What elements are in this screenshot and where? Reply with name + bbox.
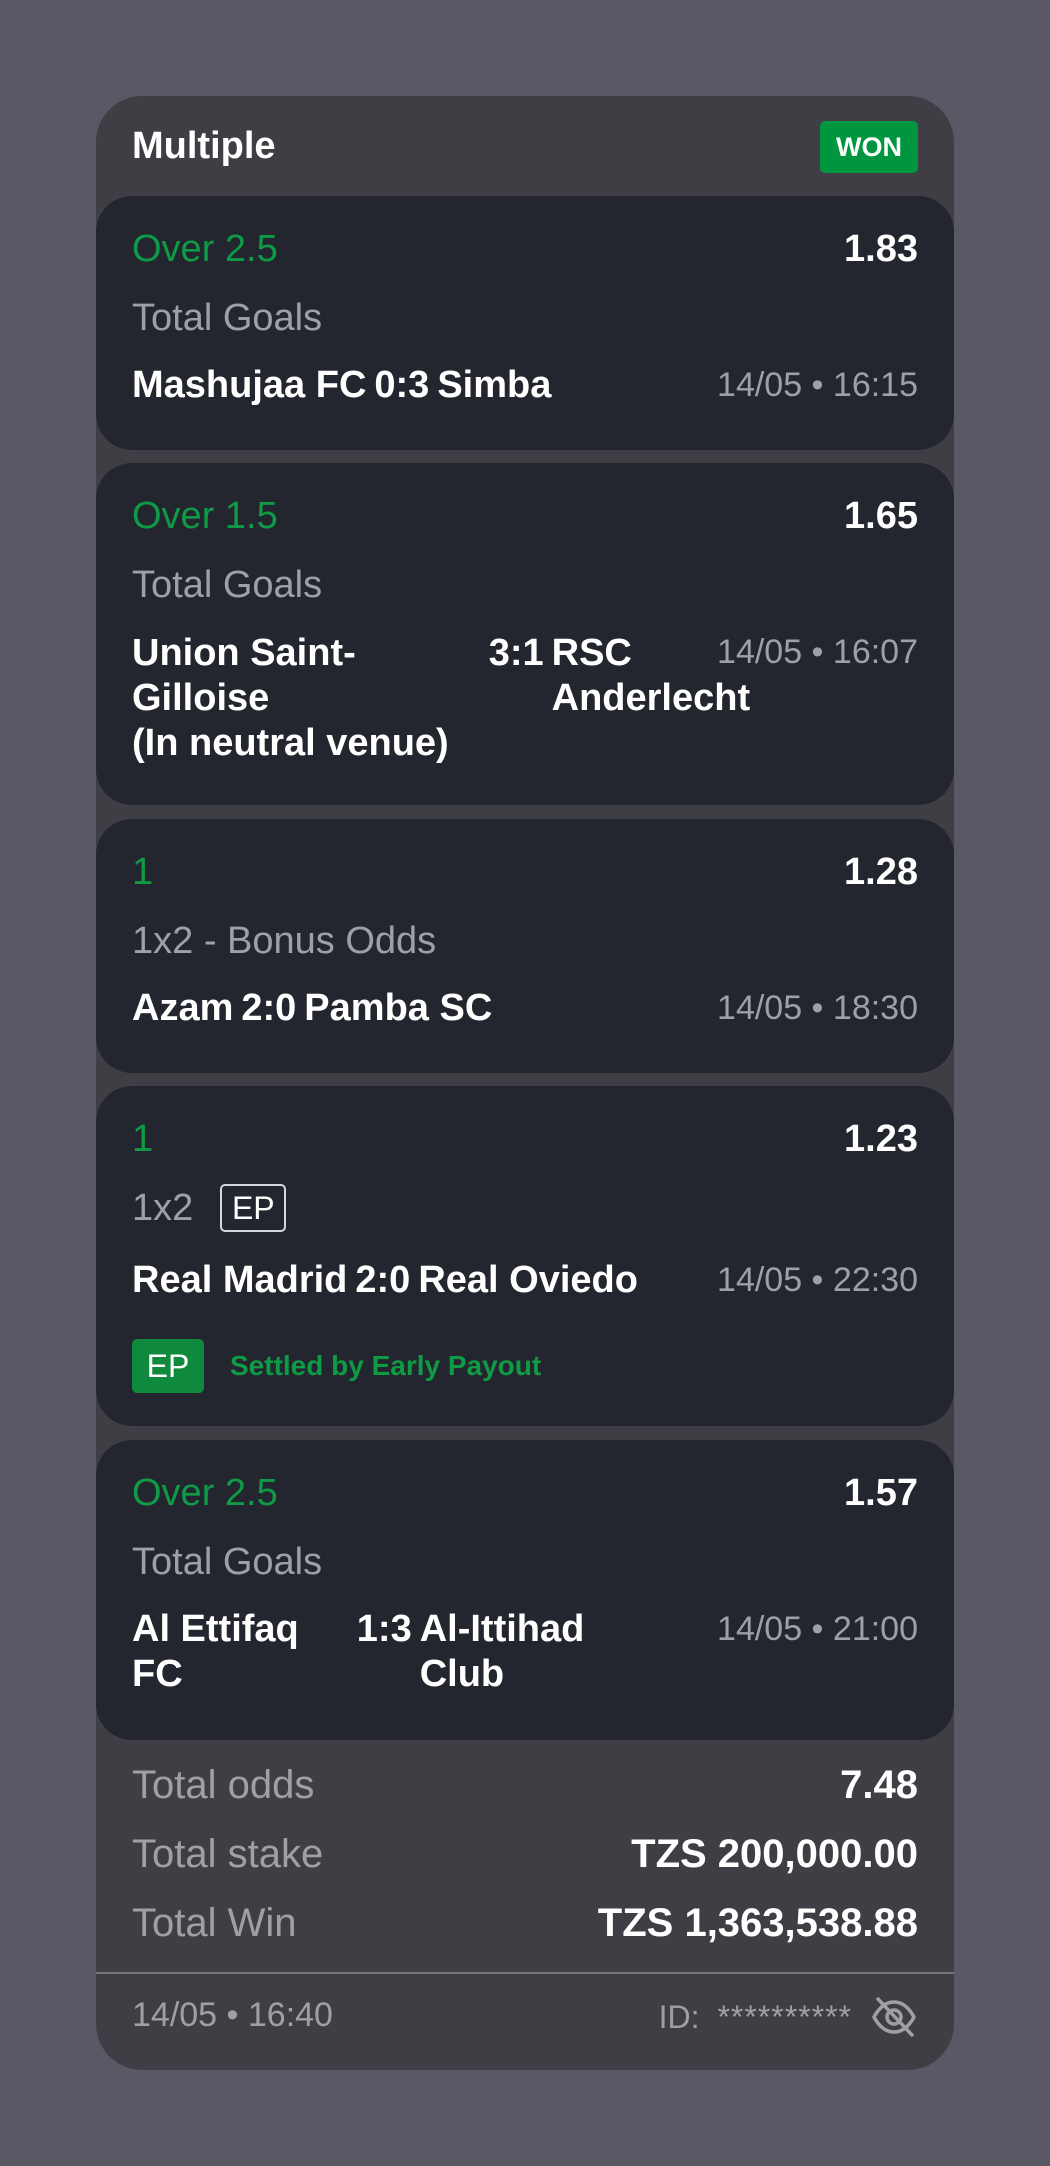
leg-market: 1x2 - Bonus Odds — [132, 920, 437, 962]
leg-market: Total Goals — [132, 297, 323, 339]
home-team: Union Saint- Gilloise (In neutral venue) — [132, 632, 449, 764]
match-score: 1:3 — [356, 1608, 412, 1650]
total-stake-value: TZS 200,000.00 — [631, 1832, 918, 1876]
leg-pick: 1 — [132, 1118, 154, 1160]
away-team: Real Oviedo — [418, 1259, 638, 1301]
total-win-value: TZS 1,363,538.88 — [597, 1901, 918, 1945]
bet-leg[interactable]: Over 2.5 1.57 Total Goals Al Ettifaq FC … — [96, 1440, 954, 1740]
footer-divider — [96, 1972, 954, 1974]
leg-match: Mashujaa FC 0:3 Simba — [132, 363, 551, 408]
leg-market: 1x2 — [132, 1187, 194, 1229]
leg-market: Total Goals — [132, 564, 323, 606]
leg-market-row: 1x2 EP — [132, 1180, 287, 1236]
total-odds-value: 7.48 — [840, 1763, 918, 1807]
leg-match: Azam 2:0 Pamba SC — [132, 986, 492, 1031]
home-team: Azam — [132, 987, 234, 1029]
match-score: 3:1 — [488, 632, 544, 674]
away-team: Al-Ittihad Club — [419, 1608, 585, 1695]
bet-leg[interactable]: Over 1.5 1.65 Total Goals Union Saint- G… — [96, 463, 954, 805]
leg-pick: Over 2.5 — [132, 1472, 278, 1514]
id-label: ID: — [658, 1998, 700, 2035]
early-payout-row: EP Settled by Early Payout — [132, 1339, 541, 1393]
eye-off-icon[interactable] — [870, 1993, 918, 2041]
home-team: Al Ettifaq FC — [132, 1608, 299, 1695]
total-odds-label: Total odds — [132, 1763, 315, 1807]
total-win-row: Total Win TZS 1,363,538.88 — [132, 1900, 918, 1946]
leg-kickoff: 14/05 • 21:00 — [717, 1610, 918, 1648]
leg-kickoff: 14/05 • 16:15 — [717, 366, 918, 404]
status-badge: WON — [820, 121, 918, 173]
slip-header: Multiple WON — [96, 96, 954, 196]
slip-placed-date: 14/05 • 16:40 — [132, 1996, 333, 2034]
leg-match: Union Saint- Gilloise (In neutral venue)… — [132, 631, 750, 766]
total-stake-row: Total stake TZS 200,000.00 — [132, 1831, 918, 1877]
slip-id: ID: ********** — [659, 1992, 918, 2042]
match-score: 2:0 — [241, 987, 297, 1029]
leg-odd: 1.28 — [844, 851, 918, 893]
leg-kickoff: 14/05 • 18:30 — [717, 989, 918, 1027]
match-score: 0:3 — [374, 364, 430, 406]
leg-kickoff: 14/05 • 16:07 — [717, 633, 918, 671]
id-value: ********** — [717, 1998, 852, 2035]
leg-pick: 1 — [132, 851, 154, 893]
home-team: Real Madrid — [132, 1259, 348, 1301]
leg-match: Al Ettifaq FC 1:3 Al-Ittihad Club — [132, 1607, 584, 1697]
leg-match: Real Madrid 2:0 Real Oviedo — [132, 1258, 638, 1303]
bet-leg[interactable]: 1 1.23 1x2 EP Real Madrid 2:0 Real Ovied… — [96, 1086, 954, 1426]
match-score: 2:0 — [355, 1259, 411, 1301]
total-stake-label: Total stake — [132, 1832, 324, 1876]
early-payout-note: Settled by Early Payout — [230, 1350, 542, 1381]
leg-market: Total Goals — [132, 1541, 323, 1583]
bet-leg[interactable]: Over 2.5 1.83 Total Goals Mashujaa FC 0:… — [96, 196, 954, 450]
away-team: Simba — [437, 364, 552, 406]
total-win-label: Total Win — [132, 1901, 297, 1945]
away-team: Pamba SC — [304, 987, 493, 1029]
total-odds-row: Total odds 7.48 — [132, 1762, 918, 1808]
leg-pick: Over 2.5 — [132, 228, 278, 270]
leg-kickoff: 14/05 • 22:30 — [717, 1261, 918, 1299]
leg-pick: Over 1.5 — [132, 495, 278, 537]
home-team: Mashujaa FC — [132, 364, 367, 406]
leg-odd: 1.65 — [844, 495, 918, 537]
leg-odd: 1.23 — [844, 1118, 918, 1160]
early-payout-badge: EP — [220, 1184, 287, 1232]
bet-slip-card: Multiple WON Over 2.5 1.83 Total Goals M… — [96, 96, 954, 2070]
early-payout-tag: EP — [132, 1339, 204, 1393]
leg-odd: 1.57 — [844, 1472, 918, 1514]
bet-leg[interactable]: 1 1.28 1x2 - Bonus Odds Azam 2:0 Pamba S… — [96, 819, 954, 1073]
leg-odd: 1.83 — [844, 228, 918, 270]
slip-title: Multiple — [132, 125, 276, 167]
